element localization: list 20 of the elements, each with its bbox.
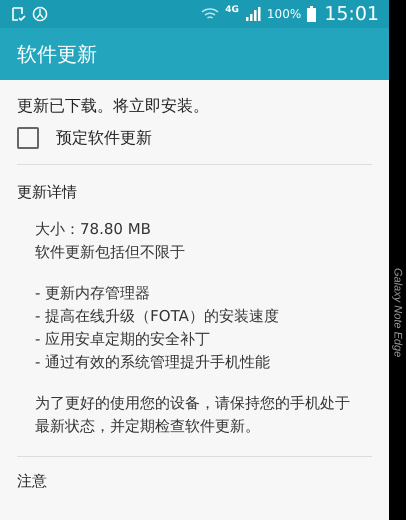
- screen-title: 软件更新: [17, 40, 97, 68]
- bullet-item: - 通过有效的系统管理提升手机性能: [35, 352, 272, 373]
- bullet-item: - 更新内存管理器: [35, 283, 152, 304]
- network-type: 4G: [225, 5, 239, 15]
- signal-icon: [244, 7, 261, 21]
- screen-check-icon: [10, 6, 26, 22]
- bullet-item: - 应用安卓定期的安全补丁: [35, 329, 212, 350]
- checkbox[interactable]: [17, 127, 39, 149]
- battery-percent: 100%: [266, 7, 302, 21]
- section-heading: 注意: [17, 471, 48, 492]
- checkbox-label[interactable]: 预定软件更新: [56, 128, 152, 148]
- clock-time: 15:01: [324, 3, 379, 25]
- detail-text: 软件更新包括但不限于: [35, 242, 186, 263]
- status-message: 更新已下载。将立即安装。: [17, 95, 210, 117]
- battery-icon: [307, 6, 316, 22]
- note-paragraph: 为了更好的使用您的设备，请保持您的手机处于最新状态，并定期检查软件更新。: [35, 393, 351, 437]
- detail-text: 大小：78.80 MB: [35, 219, 152, 240]
- section-heading: 更新详情: [17, 182, 78, 203]
- bullet-item: - 提高在线升级（FOTA）的安装速度: [35, 306, 280, 327]
- device-label: Galaxy Note Edge: [392, 268, 404, 358]
